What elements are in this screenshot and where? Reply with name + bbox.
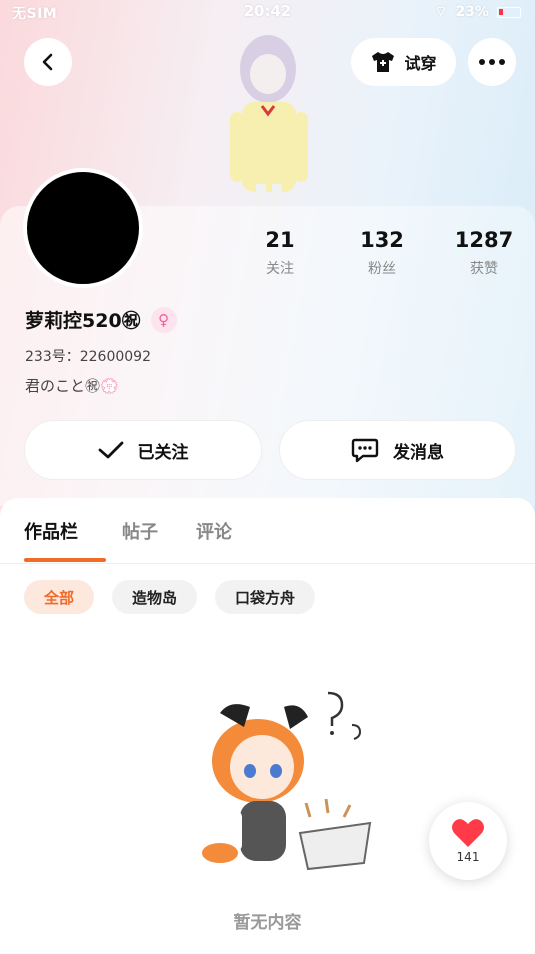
stat-value: 21 xyxy=(265,228,295,252)
female-gender-icon: ♀ xyxy=(150,306,177,333)
stat-value: 1287 xyxy=(454,228,514,252)
stat-label: 关注 xyxy=(266,261,294,277)
profile-stats: 21 关注 132 粉丝 1287 获赞 xyxy=(230,228,535,278)
message-button[interactable]: 发消息 xyxy=(279,420,516,480)
filter-chips: 全部 造物岛 口袋方舟 xyxy=(24,580,316,614)
back-button[interactable] xyxy=(24,38,72,86)
chat-bubble-icon xyxy=(351,438,379,463)
active-tab-indicator xyxy=(24,558,106,562)
check-icon xyxy=(98,441,123,459)
stat-following[interactable]: 21 关注 xyxy=(230,228,330,278)
empty-state-text: 暂无内容 xyxy=(233,913,302,933)
like-count: 141 xyxy=(456,850,480,864)
stat-label: 粉丝 xyxy=(368,261,396,277)
chevron-left-icon xyxy=(42,53,53,71)
stat-label: 获赞 xyxy=(470,261,498,277)
try-on-label: 试穿 xyxy=(404,54,437,73)
user-bio: 君のこと㊗💮 xyxy=(25,377,119,395)
empty-state-illustration xyxy=(202,691,372,871)
like-float-button[interactable]: 141 xyxy=(429,802,507,880)
wifi-icon: ⌔ xyxy=(434,4,448,20)
chip-pocket-ark[interactable]: 口袋方舟 xyxy=(215,580,316,614)
tab-posts[interactable]: 帖子 xyxy=(122,518,158,544)
header-character-illustration xyxy=(230,35,308,214)
more-dots-icon xyxy=(479,59,505,65)
tshirt-icon xyxy=(372,52,395,72)
try-on-button[interactable]: 试穿 xyxy=(351,38,456,86)
message-label: 发消息 xyxy=(393,442,444,463)
tab-comments[interactable]: 评论 xyxy=(196,518,232,544)
status-bar: 无SIM 20:42 ⌔ 23% xyxy=(0,0,535,24)
stat-likes[interactable]: 1287 获赞 xyxy=(434,228,534,278)
avatar[interactable] xyxy=(23,168,143,288)
followed-button[interactable]: 已关注 xyxy=(24,420,262,480)
battery-icon xyxy=(497,6,521,18)
more-button[interactable] xyxy=(468,38,516,86)
nickname-row: 萝莉控520㊗ ♀ xyxy=(25,306,177,333)
heart-icon xyxy=(452,819,484,847)
nickname: 萝莉控520㊗ xyxy=(25,310,141,332)
tab-bar: 作品栏 帖子 评论 xyxy=(0,498,535,564)
stat-value: 132 xyxy=(360,228,404,252)
content-panel: 作品栏 帖子 评论 全部 造物岛 口袋方舟 暂无内容 xyxy=(0,498,535,954)
chip-all[interactable]: 全部 xyxy=(24,580,95,614)
battery-text: 23% xyxy=(455,4,489,20)
chip-creation-island[interactable]: 造物岛 xyxy=(112,580,198,614)
status-right: ⌔ 23% xyxy=(434,3,521,21)
tab-works[interactable]: 作品栏 xyxy=(24,518,78,544)
user-id: 233号：22600092 xyxy=(25,349,151,365)
followed-label: 已关注 xyxy=(137,442,189,463)
stat-followers[interactable]: 132 粉丝 xyxy=(332,228,432,278)
